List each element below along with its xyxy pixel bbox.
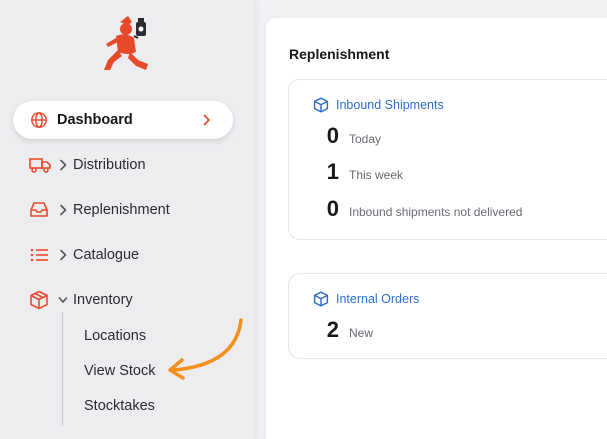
stat-label: Today xyxy=(349,132,382,146)
sidebar: Dashboard Distribution Replenishment Cat… xyxy=(0,0,254,439)
box-icon xyxy=(313,291,329,307)
nav-catalogue[interactable]: Catalogue xyxy=(13,236,233,274)
app-logo xyxy=(104,16,148,70)
stat-not-delivered[interactable]: 0 Inbound shipments not delivered xyxy=(313,196,523,222)
stat-label: Inbound shipments not delivered xyxy=(349,205,523,219)
submenu-divider xyxy=(62,312,63,426)
stat-value: 2 xyxy=(326,317,339,342)
nav-sub-locations[interactable]: Locations xyxy=(84,328,146,344)
nav-label: Distribution xyxy=(73,157,146,173)
stat-value: 0 xyxy=(326,196,339,221)
annotation-arrow xyxy=(168,318,243,380)
stat-this-week[interactable]: 1 This week xyxy=(313,159,403,185)
nav-label: Inventory xyxy=(73,292,133,308)
internal-orders-card: Internal Orders 2 New xyxy=(288,273,607,359)
nav-label: Replenishment xyxy=(73,202,170,218)
stat-label: This week xyxy=(349,168,404,182)
chevron-down-icon xyxy=(58,297,68,303)
stat-today[interactable]: 0 Today xyxy=(313,123,381,149)
stat-value: 0 xyxy=(326,123,339,148)
nav-sub-view-stock[interactable]: View Stock xyxy=(84,363,155,379)
section-title: Replenishment xyxy=(289,46,390,62)
chevron-right-icon xyxy=(60,159,67,171)
nav-replenishment[interactable]: Replenishment xyxy=(13,191,233,229)
stat-label: New xyxy=(349,326,374,340)
chevron-right-icon xyxy=(60,249,67,261)
globe-icon xyxy=(31,112,47,128)
card-header[interactable]: Inbound Shipments xyxy=(313,97,444,113)
inbound-shipments-card: Inbound Shipments 0 Today 1 This week 0 … xyxy=(288,79,607,240)
truck-icon xyxy=(29,158,51,173)
box-icon xyxy=(30,290,48,310)
chevron-right-icon xyxy=(60,204,67,216)
card-title: Internal Orders xyxy=(336,292,420,306)
nav-label: Catalogue xyxy=(73,247,140,263)
nav-distribution[interactable]: Distribution xyxy=(13,146,233,184)
box-icon xyxy=(313,97,329,113)
nav-sub-stocktakes[interactable]: Stocktakes xyxy=(84,398,155,414)
nav-label: Dashboard xyxy=(57,112,133,128)
chevron-right-icon xyxy=(203,114,210,126)
stat-new[interactable]: 2 New xyxy=(313,317,373,343)
inbox-icon xyxy=(30,202,48,217)
card-title: Inbound Shipments xyxy=(336,98,444,112)
card-header[interactable]: Internal Orders xyxy=(313,291,419,307)
stat-value: 1 xyxy=(326,159,339,184)
list-icon xyxy=(30,248,48,262)
nav-dashboard[interactable]: Dashboard xyxy=(13,101,233,139)
nav-inventory[interactable]: Inventory xyxy=(13,281,233,319)
